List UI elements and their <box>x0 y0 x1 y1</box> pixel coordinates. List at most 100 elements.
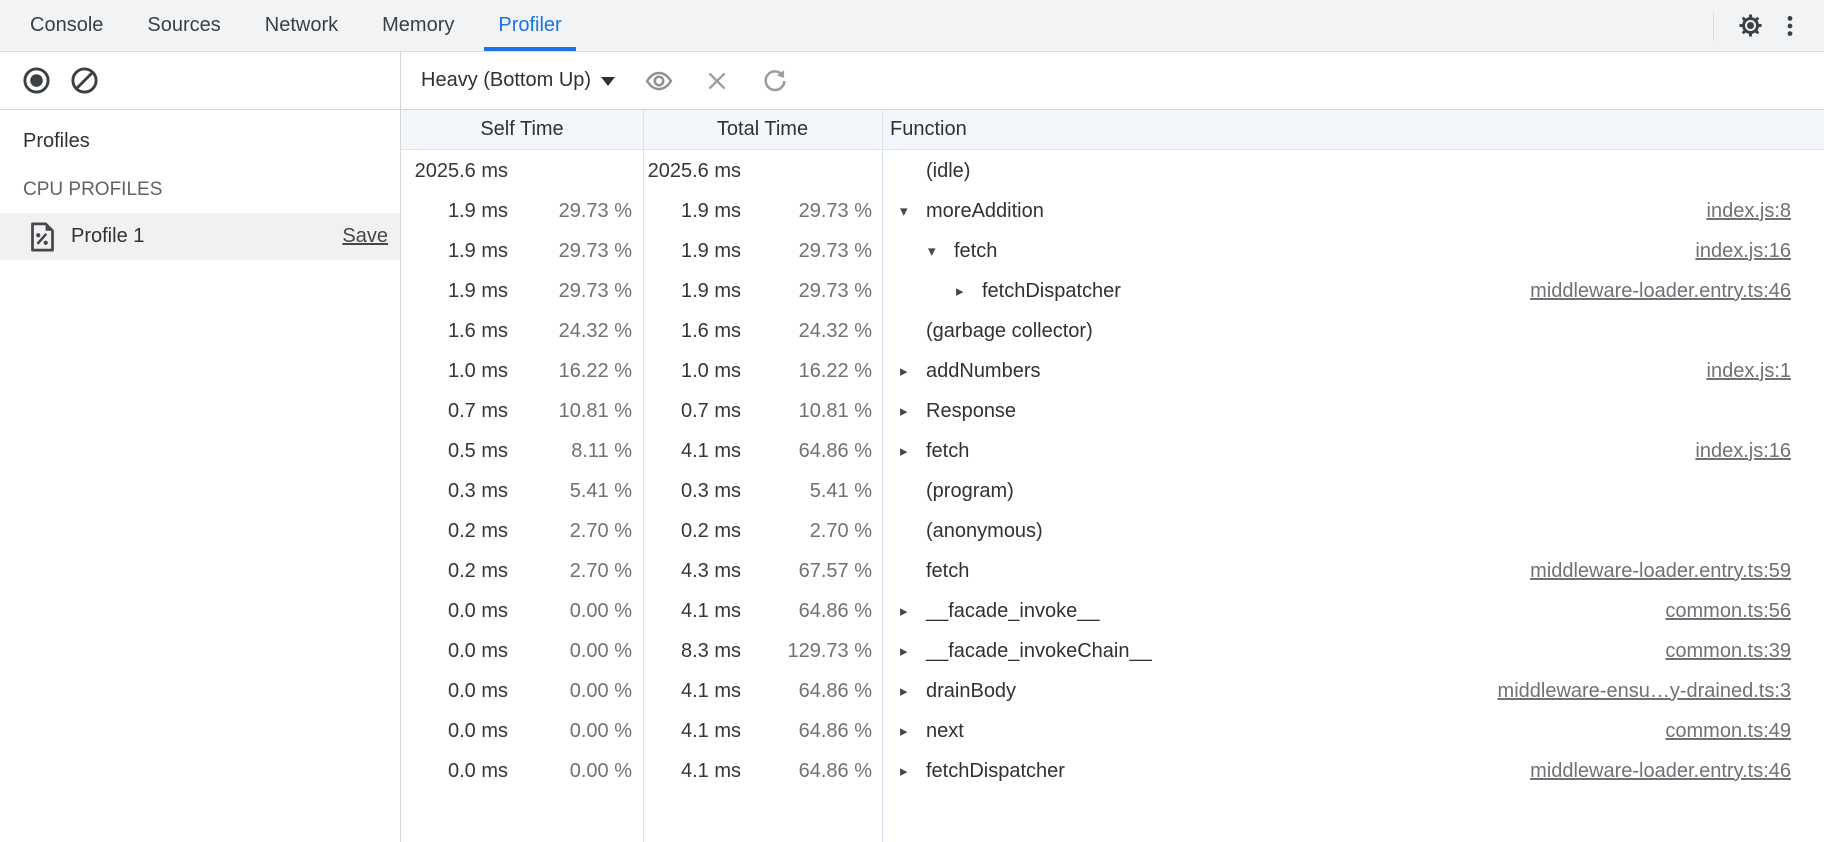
view-mode-value: Heavy (Bottom Up) <box>421 69 591 92</box>
source-location-link[interactable]: index.js:16 <box>1695 240 1824 263</box>
self-time-ms: 0.0 ms <box>401 680 508 703</box>
expand-arrow-icon[interactable]: ▸ <box>900 602 926 620</box>
self-time-ms: 1.6 ms <box>401 320 508 343</box>
profile-table-row[interactable]: 0.2 ms 2.70 % 0.2 ms 2.70 % (anonymous) <box>401 511 1824 551</box>
self-time-cell: 1.6 ms 24.32 % <box>401 311 643 351</box>
function-cell: (idle) <box>882 151 1824 191</box>
total-time-ms: 1.6 ms <box>643 320 741 343</box>
total-time-cell: 4.1 ms 64.86 % <box>643 671 882 711</box>
self-time-ms: 0.0 ms <box>401 760 508 783</box>
total-time-cell: 2025.6 ms <box>643 151 882 191</box>
total-time-cell: 1.0 ms 16.22 % <box>643 351 882 391</box>
total-time-ms: 4.1 ms <box>643 680 741 703</box>
profile-table-row[interactable]: 2025.6 ms 2025.6 ms (idle) <box>401 151 1824 191</box>
more-vertical-icon[interactable] <box>1770 6 1810 46</box>
profile-table-row[interactable]: 1.9 ms 29.73 % 1.9 ms 29.73 % ▾ fetch in… <box>401 231 1824 271</box>
total-time-ms: 4.1 ms <box>643 760 741 783</box>
source-location-link[interactable]: index.js:8 <box>1707 200 1824 223</box>
source-location-link[interactable]: common.ts:56 <box>1665 600 1824 623</box>
profile-table-row[interactable]: 0.0 ms 0.00 % 4.1 ms 64.86 % ▸ __facade_… <box>401 591 1824 631</box>
expand-arrow-icon[interactable]: ▸ <box>900 642 926 660</box>
self-time-cell: 0.0 ms 0.00 % <box>401 591 643 631</box>
profile-table-row[interactable]: 1.9 ms 29.73 % 1.9 ms 29.73 % ▾ moreAddi… <box>401 191 1824 231</box>
self-time-percent: 2.70 % <box>508 520 643 543</box>
expand-arrow-icon[interactable]: ▸ <box>900 442 926 460</box>
profile-table-row[interactable]: 0.0 ms 0.00 % 4.1 ms 64.86 % ▸ fetchDisp… <box>401 751 1824 791</box>
settings-gear-icon[interactable] <box>1730 6 1770 46</box>
function-cell: ▸ __facade_invokeChain__ common.ts:39 <box>882 631 1824 671</box>
visibility-eye-icon[interactable] <box>639 61 679 101</box>
function-name: fetchDispatcher <box>926 760 1065 783</box>
total-time-percent: 64.86 % <box>741 720 882 743</box>
function-name: (idle) <box>926 160 970 183</box>
self-time-percent: 16.22 % <box>508 360 643 383</box>
expand-arrow-icon[interactable]: ▾ <box>900 202 926 220</box>
tab-profiler[interactable]: Profiler <box>476 0 583 51</box>
tab-network[interactable]: Network <box>243 0 360 51</box>
tab-sources[interactable]: Sources <box>125 0 242 51</box>
expand-arrow-icon[interactable]: ▸ <box>900 402 926 420</box>
expand-arrow-icon[interactable]: ▾ <box>928 242 954 260</box>
tab-memory[interactable]: Memory <box>360 0 476 51</box>
source-location-link[interactable]: index.js:16 <box>1695 440 1824 463</box>
profile-table-row[interactable]: 1.9 ms 29.73 % 1.9 ms 29.73 % ▸ fetchDis… <box>401 271 1824 311</box>
tab-console[interactable]: Console <box>8 0 125 51</box>
source-location-link[interactable]: middleware-loader.entry.ts:46 <box>1530 760 1824 783</box>
profile-table-row[interactable]: 0.7 ms 10.81 % 0.7 ms 10.81 % ▸ Response <box>401 391 1824 431</box>
total-time-cell: 4.1 ms 64.86 % <box>643 751 882 791</box>
expand-arrow-icon[interactable]: ▸ <box>900 722 926 740</box>
profile-table-row[interactable]: 0.0 ms 0.00 % 8.3 ms 129.73 % ▸ __facade… <box>401 631 1824 671</box>
function-cell: ▸ drainBody middleware-ensu…y-drained.ts… <box>882 671 1824 711</box>
grid-body: 2025.6 ms 2025.6 ms (idle) 1.9 ms 29.73 … <box>401 151 1824 842</box>
expand-arrow-icon[interactable]: ▸ <box>900 682 926 700</box>
function-cell: ▾ fetch index.js:16 <box>882 231 1824 271</box>
total-time-ms: 4.1 ms <box>643 600 741 623</box>
function-name: Response <box>926 400 1016 423</box>
self-time-ms: 0.5 ms <box>401 440 508 463</box>
self-time-cell: 0.2 ms 2.70 % <box>401 551 643 591</box>
expand-arrow-icon[interactable]: ▸ <box>900 762 926 780</box>
profiles-heading: Profiles <box>0 110 400 153</box>
profile-table-row[interactable]: 0.5 ms 8.11 % 4.1 ms 64.86 % ▸ fetch ind… <box>401 431 1824 471</box>
total-time-ms: 4.1 ms <box>643 720 741 743</box>
self-time-percent: 10.81 % <box>508 400 643 423</box>
source-location-link[interactable]: middleware-ensu…y-drained.ts:3 <box>1498 680 1824 703</box>
column-header-total-time[interactable]: Total Time <box>643 118 882 141</box>
self-time-percent: 29.73 % <box>508 240 643 263</box>
delete-x-icon[interactable] <box>697 61 737 101</box>
function-name: (anonymous) <box>926 520 1043 543</box>
column-header-self-time[interactable]: Self Time <box>401 118 643 141</box>
record-icon[interactable] <box>16 61 56 101</box>
profile-table-row[interactable]: 0.0 ms 0.00 % 4.1 ms 64.86 % ▸ drainBody… <box>401 671 1824 711</box>
source-location-link[interactable]: common.ts:49 <box>1665 720 1824 743</box>
source-location-link[interactable]: index.js:1 <box>1707 360 1824 383</box>
function-name: (program) <box>926 480 1014 503</box>
view-mode-dropdown[interactable]: Heavy (Bottom Up) <box>415 65 621 96</box>
save-profile-link[interactable]: Save <box>342 225 388 248</box>
function-cell: ▸ addNumbers index.js:1 <box>882 351 1824 391</box>
self-time-ms: 0.0 ms <box>401 600 508 623</box>
profile-table-row[interactable]: 0.0 ms 0.00 % 4.1 ms 64.86 % ▸ next comm… <box>401 711 1824 751</box>
self-time-percent: 0.00 % <box>508 600 643 623</box>
grid-header-row: Self Time Total Time Function <box>401 110 1824 150</box>
self-time-percent: 0.00 % <box>508 760 643 783</box>
total-time-percent: 2.70 % <box>741 520 882 543</box>
profile-table-row[interactable]: 1.0 ms 16.22 % 1.0 ms 16.22 % ▸ addNumbe… <box>401 351 1824 391</box>
function-name: drainBody <box>926 680 1016 703</box>
profile-table-row[interactable]: 1.6 ms 24.32 % 1.6 ms 24.32 % (garbage c… <box>401 311 1824 351</box>
expand-arrow-icon[interactable]: ▸ <box>900 362 926 380</box>
source-location-link[interactable]: common.ts:39 <box>1665 640 1824 663</box>
clear-icon[interactable] <box>64 61 104 101</box>
profile-list-item[interactable]: Profile 1 Save <box>0 213 400 260</box>
function-cell: ▸ fetchDispatcher middleware-loader.entr… <box>882 271 1824 311</box>
source-location-link[interactable]: middleware-loader.entry.ts:46 <box>1530 280 1824 303</box>
refresh-icon[interactable] <box>755 61 795 101</box>
expand-arrow-icon[interactable]: ▸ <box>956 282 982 300</box>
profile-table-row[interactable]: 0.2 ms 2.70 % 4.3 ms 67.57 % fetch middl… <box>401 551 1824 591</box>
total-time-ms: 8.3 ms <box>643 640 741 663</box>
source-location-link[interactable]: middleware-loader.entry.ts:59 <box>1530 560 1824 583</box>
total-time-cell: 4.1 ms 64.86 % <box>643 711 882 751</box>
column-header-function[interactable]: Function <box>882 118 1824 141</box>
profile-table-row[interactable]: 0.3 ms 5.41 % 0.3 ms 5.41 % (program) <box>401 471 1824 511</box>
total-time-cell: 4.3 ms 67.57 % <box>643 551 882 591</box>
